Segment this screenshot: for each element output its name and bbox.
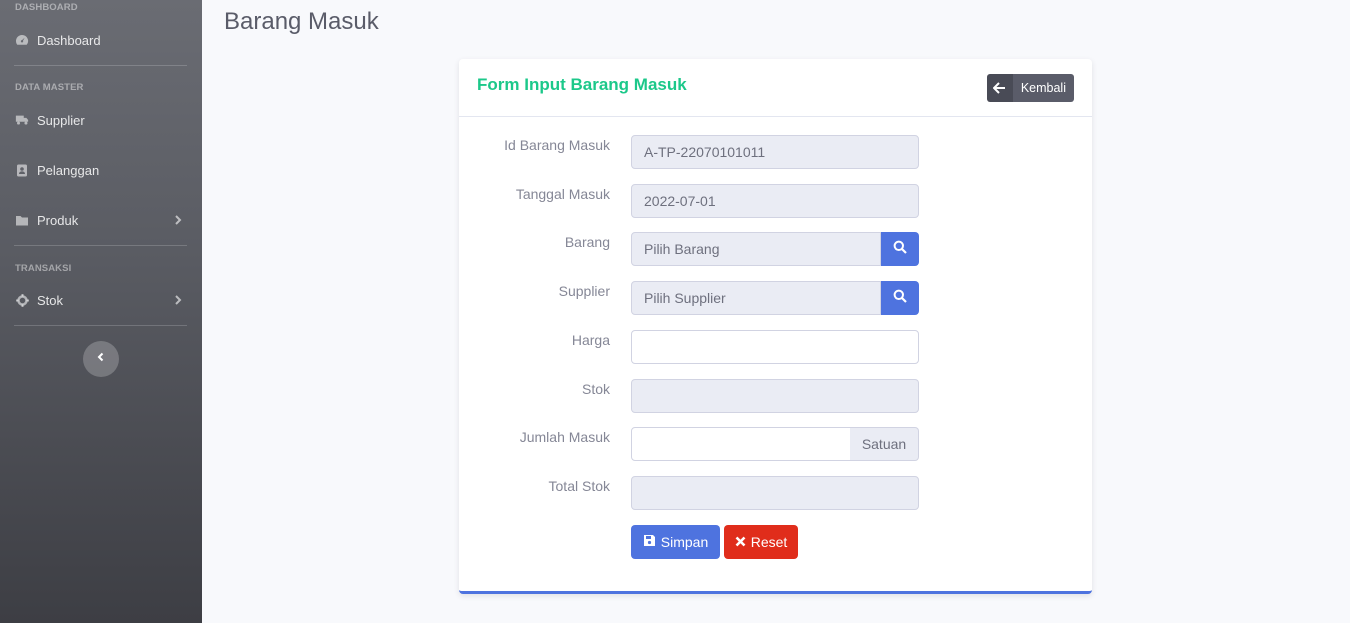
sidebar-heading-data-master: DATA MASTER <box>15 82 84 93</box>
jumlah-masuk-label: Jumlah Masuk <box>519 429 610 445</box>
back-button[interactable]: Kembali <box>986 74 1074 102</box>
save-button[interactable]: Simpan <box>631 525 720 559</box>
chevron-right-icon <box>171 213 185 227</box>
sidebar-divider <box>14 65 187 66</box>
sidebar-divider <box>14 245 187 246</box>
tachometer-icon <box>15 33 29 47</box>
sidebar-item-label: Supplier <box>37 112 85 128</box>
supplier-label: Supplier <box>558 283 610 299</box>
address-card-icon <box>15 163 29 177</box>
stok-field <box>631 379 919 413</box>
sidebar-heading-dashboard: DASHBOARD <box>15 2 78 13</box>
sidebar-divider <box>14 325 187 326</box>
stok-label: Stok <box>581 381 610 397</box>
sidebar-item-label: Dashboard <box>37 32 101 48</box>
sidebar-item-label: Stok <box>37 292 64 308</box>
supplier-input[interactable]: Pilih Supplier <box>631 281 881 315</box>
sidebar-item-pelanggan[interactable]: Pelanggan <box>0 150 202 190</box>
reset-button-label: Reset <box>750 534 788 550</box>
cog-icon <box>15 293 29 307</box>
sidebar-heading-transaksi: TRANSAKSI <box>15 263 72 274</box>
form-title: Form Input Barang Masuk <box>477 75 687 94</box>
barang-search-button[interactable] <box>881 232 919 266</box>
save-icon <box>643 534 656 550</box>
jumlah-masuk-input[interactable] <box>631 427 851 461</box>
arrow-left-icon <box>986 74 1013 102</box>
barang-label: Barang <box>564 234 610 250</box>
search-icon <box>893 240 907 259</box>
sidebar-toggle-button[interactable] <box>83 341 119 377</box>
sidebar-item-supplier[interactable]: Supplier <box>0 100 202 140</box>
chevron-right-icon <box>171 293 185 307</box>
id-barang-masuk-label: Id Barang Masuk <box>504 137 610 153</box>
chevron-left-icon <box>95 350 107 368</box>
tanggal-masuk-label: Tanggal Masuk <box>515 186 610 202</box>
back-button-label: Kembali <box>1020 81 1066 95</box>
sidebar-item-produk[interactable]: Produk <box>0 200 202 240</box>
times-icon <box>735 534 746 550</box>
save-button-label: Simpan <box>660 534 709 550</box>
supplier-search-button[interactable] <box>881 281 919 315</box>
card-header: Form Input Barang Masuk Kembali <box>459 59 1092 117</box>
total-stok-label: Total Stok <box>548 478 610 494</box>
reset-button[interactable]: Reset <box>724 525 798 559</box>
barang-input[interactable]: Pilih Barang <box>631 232 881 266</box>
sidebar: DASHBOARD Dashboard DATA MASTER Supplier… <box>0 0 202 623</box>
search-icon <box>893 289 907 308</box>
sidebar-item-label: Pelanggan <box>37 162 100 178</box>
tanggal-masuk-field: 2022-07-01 <box>631 184 919 218</box>
id-barang-masuk-field: A-TP-22070101011 <box>631 135 919 169</box>
harga-input[interactable] <box>631 330 919 364</box>
satuan-addon: Satuan <box>850 427 919 461</box>
harga-label: Harga <box>571 332 610 348</box>
sidebar-item-dashboard[interactable]: Dashboard <box>0 20 202 60</box>
folder-icon <box>15 213 29 227</box>
form-card: Form Input Barang Masuk Kembali Id Baran… <box>459 59 1092 594</box>
truck-icon <box>15 113 29 127</box>
total-stok-field <box>631 476 919 510</box>
sidebar-item-stok[interactable]: Stok <box>0 280 202 320</box>
sidebar-item-label: Produk <box>37 212 79 228</box>
page-title: Barang Masuk <box>224 8 379 35</box>
